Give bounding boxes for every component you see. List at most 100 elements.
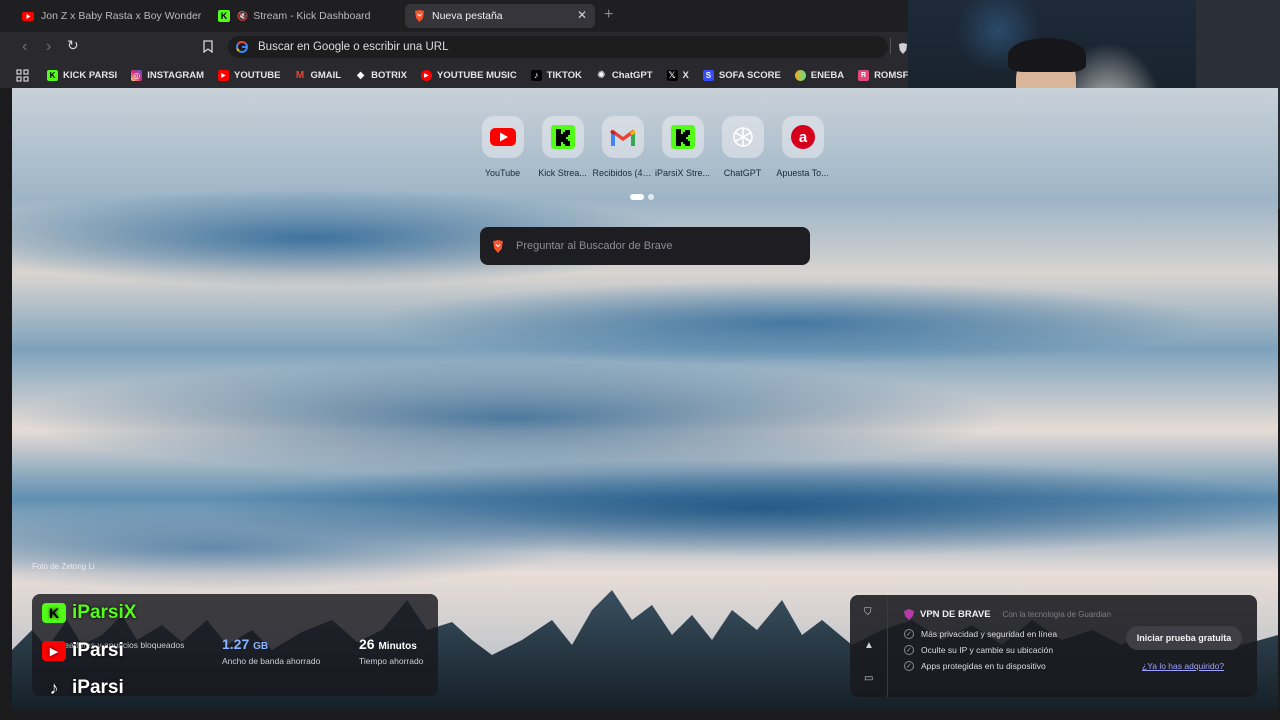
tab-title: Stream - Kick Dashboard bbox=[253, 10, 371, 22]
topsite-label: YouTube bbox=[484, 168, 521, 178]
already-purchased-link[interactable]: ¿Ya lo has adquirido? bbox=[1142, 661, 1224, 671]
eneba-icon bbox=[794, 69, 806, 81]
topsite-kick-stream[interactable]: Kick Strea... bbox=[538, 116, 587, 178]
search-placeholder: Preguntar al Buscador de Brave bbox=[516, 240, 673, 252]
topsite-label: Apuesta To... bbox=[776, 168, 829, 178]
topsite-label: Kick Strea... bbox=[538, 168, 587, 178]
bookmark-label: INSTAGRAM bbox=[147, 69, 205, 81]
new-tab-button[interactable]: + bbox=[604, 6, 613, 24]
bookmark-youtube-music[interactable]: ▶ YOUTUBE MUSIC bbox=[420, 69, 517, 81]
bookmark-label: X bbox=[682, 69, 689, 81]
topsite-label: iParsiX Stre... bbox=[654, 168, 710, 178]
bookmark-tiktok[interactable]: ♪ TIKTOK bbox=[530, 69, 582, 81]
google-icon bbox=[236, 41, 248, 53]
x-icon: 𝕏 bbox=[666, 69, 678, 81]
apps-grid-icon[interactable] bbox=[16, 68, 29, 82]
back-icon[interactable]: ‹ bbox=[22, 38, 27, 56]
svg-text:a: a bbox=[798, 129, 807, 146]
forward-icon[interactable]: › bbox=[46, 38, 51, 56]
page-dot[interactable] bbox=[648, 194, 654, 200]
chat-icon[interactable]: ▭ bbox=[864, 673, 875, 684]
stat-value: 26 Minutos bbox=[359, 636, 417, 652]
brave-shields-icon[interactable] bbox=[898, 41, 908, 59]
topsite-gmail[interactable]: Recibidos (4)... bbox=[593, 116, 653, 178]
stat-label: Ancho de banda ahorrado bbox=[222, 656, 321, 666]
brave-vpn-card: ⛉ ▲ ▭ VPN DE BRAVE Con la tecnología de … bbox=[850, 595, 1257, 697]
topsite-chatgpt[interactable]: ChatGPT bbox=[720, 116, 765, 178]
tab-title: Nueva pestaña bbox=[432, 10, 503, 22]
bookmark-instagram[interactable]: ◎ INSTAGRAM bbox=[131, 69, 205, 81]
kick-icon bbox=[670, 125, 695, 149]
botrix-icon: ◆ bbox=[356, 69, 365, 81]
start-free-trial-button[interactable]: Iniciar prueba gratuita bbox=[1126, 626, 1242, 650]
bookmark-chatgpt[interactable]: ✺ ChatGPT bbox=[596, 69, 653, 81]
reload-icon[interactable]: ↻ bbox=[67, 37, 79, 54]
topsite-tile[interactable] bbox=[481, 116, 524, 158]
bookmark-eneba[interactable]: ENEBA bbox=[794, 69, 844, 81]
vpn-shield-icon bbox=[904, 609, 914, 620]
topsite-tile[interactable] bbox=[721, 116, 764, 158]
overlay-kick: K iParsiX bbox=[42, 602, 136, 624]
bookmark-label: SOFA SCORE bbox=[718, 69, 781, 81]
stat-value: 1.27 GB bbox=[222, 636, 269, 652]
topsite-tile[interactable] bbox=[661, 116, 704, 158]
bookmark-romsfun[interactable]: R ROMSFUN bbox=[858, 69, 908, 81]
brave-search-box[interactable]: Preguntar al Buscador de Brave bbox=[480, 227, 810, 265]
bookmark-kick-parsi[interactable]: K KICK PARSI bbox=[47, 69, 117, 81]
bookmark-icon[interactable] bbox=[203, 40, 213, 58]
brave-icon bbox=[413, 10, 425, 22]
topsite-iparsix-stream[interactable]: iParsiX Stre... bbox=[655, 116, 710, 178]
bookmark-label: YOUTUBE MUSIC bbox=[436, 69, 517, 81]
kick-icon: K bbox=[42, 603, 66, 623]
tab-new-tab[interactable]: Nueva pestaña ✕ bbox=[405, 4, 595, 28]
overlay-tiktok: ♪ iParsi bbox=[42, 677, 124, 699]
tiktok-icon: ♪ bbox=[49, 677, 59, 698]
bookmark-x[interactable]: 𝕏X bbox=[666, 69, 689, 81]
overlay-youtube: ▶ iParsi bbox=[42, 640, 124, 662]
address-placeholder: Buscar en Google o escribir una URL bbox=[258, 41, 449, 53]
sofascore-icon: S bbox=[702, 69, 714, 81]
page-dot-active[interactable] bbox=[630, 194, 644, 200]
stat-label: Tiempo ahorrado bbox=[359, 656, 424, 666]
vpn-features: Más privacidad y seguridad en línea Ocul… bbox=[904, 629, 1057, 677]
chatgpt-icon: ✺ bbox=[597, 69, 606, 81]
bookmark-label: BOTRIX bbox=[371, 69, 407, 81]
kick-icon bbox=[550, 125, 575, 149]
tab-youtube-video[interactable]: Jon Z x Baby Rasta x Boy Wonder CF bbox=[14, 4, 204, 28]
bookmark-gmail[interactable]: M GMAIL bbox=[294, 70, 341, 81]
topsite-apuesta[interactable]: a Apuesta To... bbox=[776, 116, 829, 178]
chatgpt-icon bbox=[732, 127, 753, 147]
overlay-label: iParsi bbox=[72, 640, 124, 661]
overlay-label: iParsiX bbox=[72, 602, 137, 623]
close-tab-icon[interactable]: ✕ bbox=[577, 8, 587, 22]
bookmark-youtube[interactable]: ▶ YOUTUBE bbox=[218, 69, 280, 81]
webcam-person-hair bbox=[1008, 38, 1086, 72]
bookmark-sofa-score[interactable]: S SOFA SCORE bbox=[702, 69, 781, 81]
stat-time-saved: 26 Minutos Tiempo ahorrado bbox=[359, 636, 423, 666]
vpn-feature: Apps protegidas en tu dispositivo bbox=[904, 661, 1057, 671]
vpn-title-text: VPN DE BRAVE bbox=[920, 609, 991, 620]
bookmark-label: ChatGPT bbox=[611, 69, 653, 81]
tab-kick-dashboard[interactable]: K 🔇 Stream - Kick Dashboard bbox=[210, 4, 400, 28]
bookmark-label: GMAIL bbox=[310, 69, 342, 81]
bookmark-botrix[interactable]: ◆ BOTRIX bbox=[355, 70, 407, 81]
address-bar[interactable]: Buscar en Google o escribir una URL bbox=[228, 36, 888, 58]
tiktok-icon: ♪ bbox=[530, 69, 542, 81]
new-tab-page: YouTube Kick Strea... Recibidos (4)... i… bbox=[12, 88, 1278, 710]
stat-bandwidth: 1.27 GB Ancho de banda ahorrado bbox=[222, 636, 320, 666]
topsite-youtube[interactable]: YouTube bbox=[480, 116, 525, 178]
tab-title: Jon Z x Baby Rasta x Boy Wonder CF bbox=[41, 10, 204, 22]
youtube-music-icon: ▶ bbox=[420, 69, 432, 81]
gmail-icon bbox=[609, 129, 636, 146]
topsite-tile[interactable]: a bbox=[781, 116, 824, 158]
topsite-tile[interactable] bbox=[601, 116, 644, 158]
photo-credit[interactable]: Foto de Zetong Li bbox=[32, 562, 95, 571]
bookmark-label: ROMSFUN bbox=[874, 69, 908, 81]
vpn-powered-by: Con la tecnología de Guardian bbox=[1002, 610, 1112, 619]
toolbar: ‹ › ↻ Buscar en Google o escribir una UR… bbox=[0, 32, 908, 62]
muted-speaker-icon[interactable]: 🔇 bbox=[237, 11, 248, 22]
topsite-tile[interactable] bbox=[541, 116, 584, 158]
top-sites: YouTube Kick Strea... Recibidos (4)... i… bbox=[480, 116, 829, 178]
triangle-icon[interactable]: ▲ bbox=[864, 640, 875, 651]
shield-icon[interactable]: ⛉ bbox=[864, 607, 875, 618]
